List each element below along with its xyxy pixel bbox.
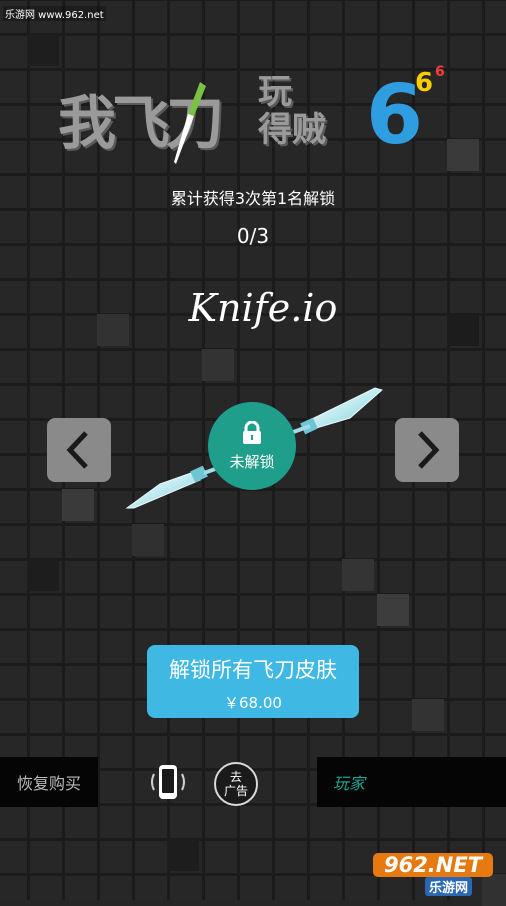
knife-icon [174, 82, 206, 164]
logo-six-small: 6 [435, 64, 445, 80]
skin-name: Knife.io [188, 286, 338, 330]
buy-all-title: 解锁所有飞刀皮肤 [169, 658, 337, 682]
bg-tile [132, 524, 164, 556]
buy-all-price: ￥68.00 [224, 694, 282, 712]
bg-tile [412, 699, 444, 731]
lock-status-label: 未解锁 [229, 452, 275, 471]
bg-tile [342, 559, 374, 591]
watermark-top: 乐游网 www.962.net [3, 6, 106, 21]
lock-icon [243, 420, 261, 444]
logo-title-small-bottom: 得贼 [258, 110, 326, 150]
watermark-sub: 乐游网 [425, 877, 473, 896]
buy-all-skins-button[interactable]: 解锁所有飞刀皮肤 ￥68.00 [147, 645, 359, 718]
remove-ads-button[interactable]: 去 广告 [214, 762, 258, 806]
watermark-bottom: 962.NET 乐游网 [365, 850, 501, 896]
chevron-left-icon [66, 431, 88, 469]
player-button[interactable]: 玩家 [317, 757, 506, 807]
unlock-progress: 0/3 [236, 224, 270, 248]
previous-skin-button[interactable] [47, 418, 111, 482]
bg-tile [202, 349, 234, 381]
bg-tile [62, 489, 94, 521]
logo-six-medium: 6 [415, 68, 434, 98]
locked-skin-indicator: 未解锁 [208, 402, 296, 490]
vibrate-phone-icon[interactable] [148, 762, 188, 802]
bg-tile [27, 34, 59, 66]
bg-tile [167, 839, 199, 871]
remove-ads-line1: 去 [229, 770, 242, 784]
chevron-right-icon [418, 431, 440, 469]
remove-ads-line2: 广告 [223, 784, 248, 798]
next-skin-button[interactable] [395, 418, 459, 482]
restore-purchase-button[interactable]: 恢复购买 [0, 757, 98, 807]
unlock-condition: 累计获得3次第1名解锁 [170, 189, 336, 208]
watermark-logo: 962.NET [373, 853, 493, 877]
game-logo: 我飞刀 玩 得贼 6 6 6 [58, 62, 450, 164]
bg-tile [447, 139, 479, 171]
bg-tile [27, 559, 59, 591]
bg-tile [377, 594, 409, 626]
